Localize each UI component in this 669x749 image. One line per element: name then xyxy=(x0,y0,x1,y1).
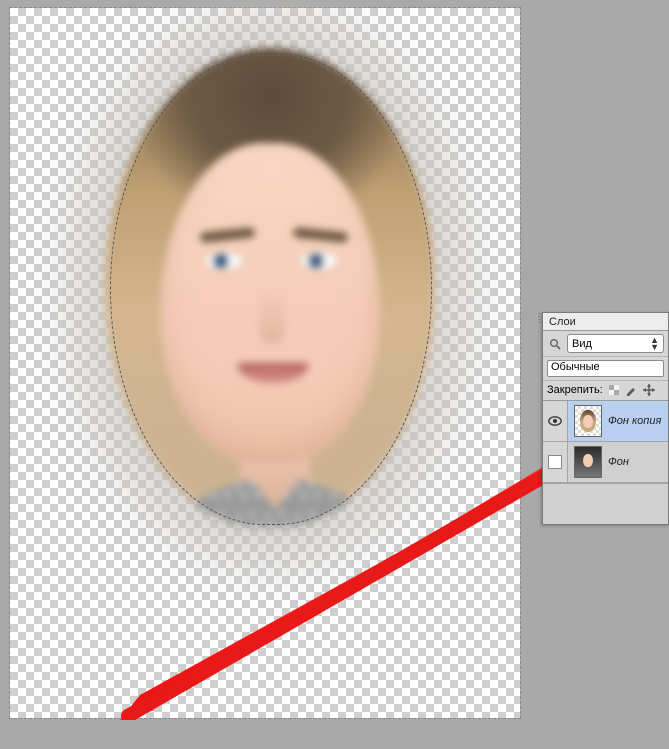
layer-thumbnail[interactable] xyxy=(574,446,602,478)
blend-mode-row: Обычные xyxy=(543,357,668,381)
layer-item[interactable]: Фон xyxy=(543,442,668,483)
canvas-area[interactable] xyxy=(0,0,542,749)
lock-transparent-icon[interactable] xyxy=(609,385,620,396)
lock-label: Закрепить: xyxy=(547,384,603,396)
layer-thumbnail[interactable] xyxy=(574,405,602,437)
select-arrows-icon: ▲▼ xyxy=(650,337,659,351)
layers-panel: Слои Вид ▲▼ Обычные Закрепить: xyxy=(542,312,669,525)
layer-name[interactable]: Фон xyxy=(608,456,629,468)
layer-visibility-toggle[interactable] xyxy=(543,401,568,441)
eye-icon xyxy=(548,416,562,426)
layers-panel-footer xyxy=(543,483,668,524)
layers-filter-row: Вид ▲▼ xyxy=(543,331,668,357)
filter-kind-select[interactable]: Вид ▲▼ xyxy=(567,334,664,353)
blend-mode-select[interactable]: Обычные xyxy=(547,360,664,377)
lock-pixels-icon[interactable] xyxy=(626,385,637,396)
document-canvas[interactable] xyxy=(10,8,520,718)
layers-list: Фон копия Фон xyxy=(543,401,668,524)
layers-panel-tab[interactable]: Слои xyxy=(543,313,668,331)
filter-kind-icon xyxy=(547,336,563,352)
panel-grip-icon[interactable] xyxy=(538,313,543,325)
image-content xyxy=(105,48,435,528)
layer-item[interactable]: Фон копия xyxy=(543,401,668,442)
blend-mode-value: Обычные xyxy=(551,361,600,373)
layer-name[interactable]: Фон копия xyxy=(608,415,661,427)
lock-row: Закрепить: xyxy=(543,381,668,401)
lock-position-icon[interactable] xyxy=(643,384,655,396)
visibility-off-icon xyxy=(548,455,562,469)
filter-kind-value: Вид xyxy=(572,338,592,350)
layer-visibility-toggle[interactable] xyxy=(543,442,568,482)
